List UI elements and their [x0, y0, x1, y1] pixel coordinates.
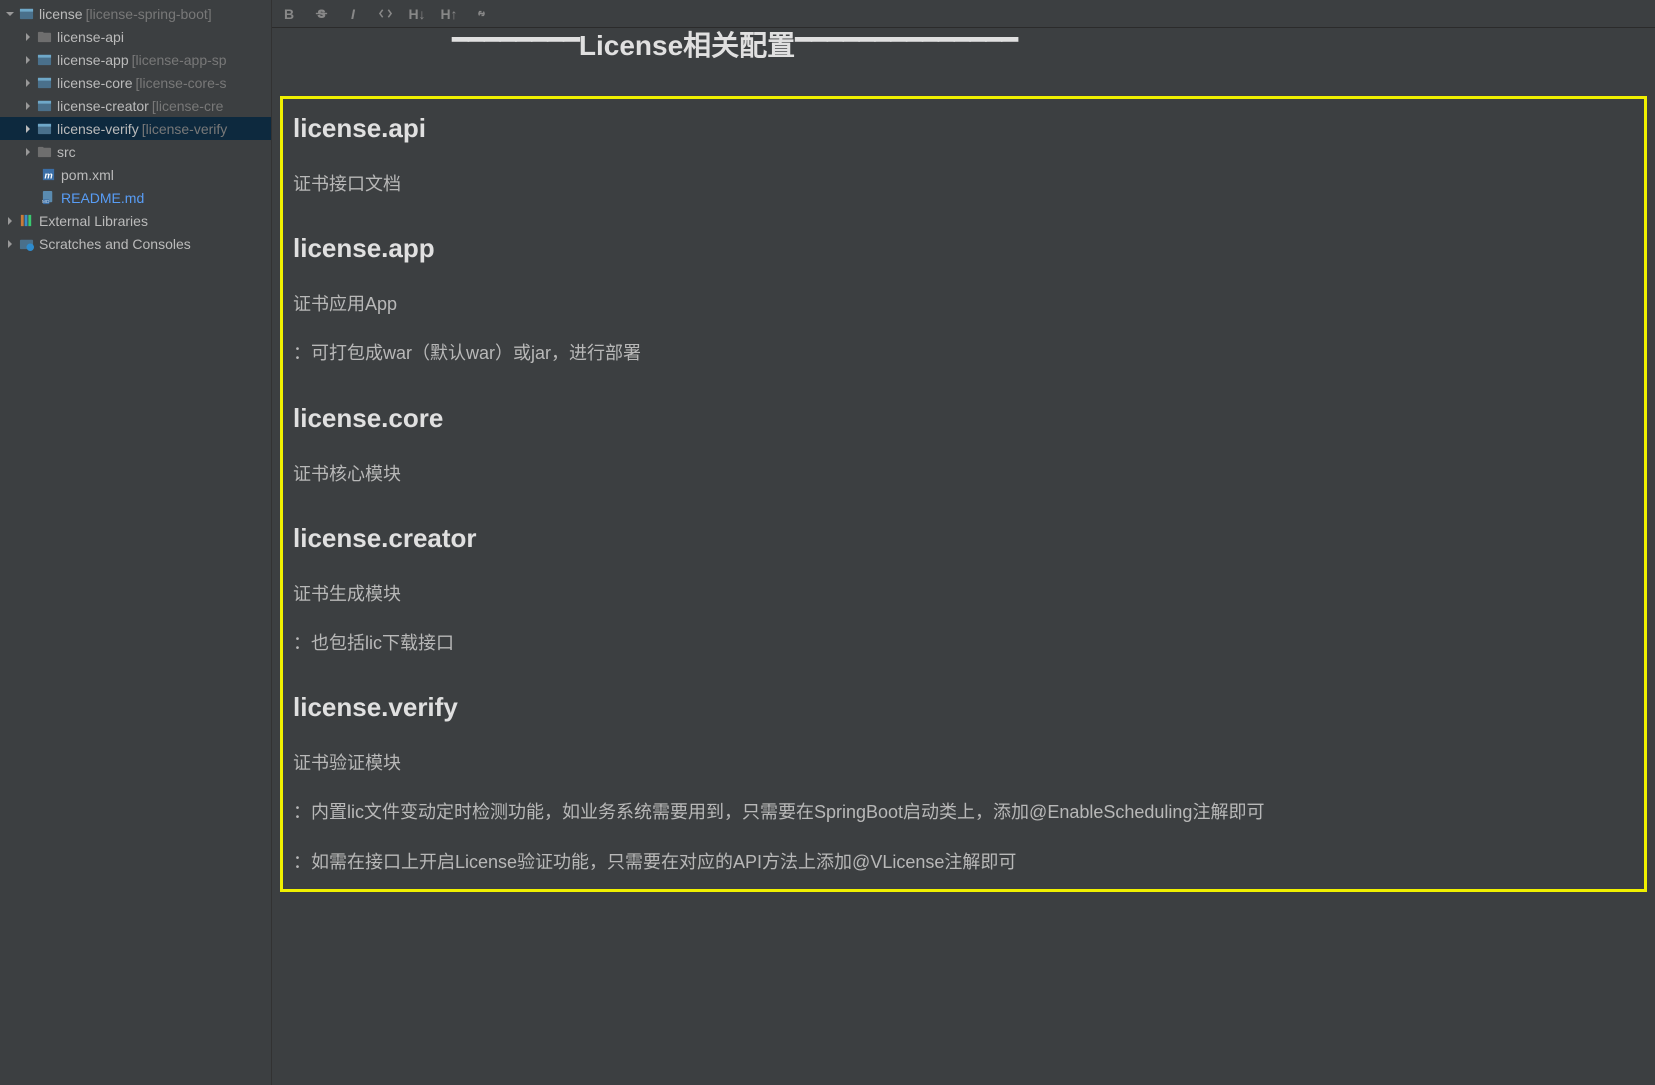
tree-external-libraries[interactable]: External Libraries: [0, 209, 271, 232]
tree-item-license-app[interactable]: license-app [license-app-sp: [0, 48, 271, 71]
chevron-right-icon: [22, 54, 34, 66]
project-tree: license [license-spring-boot] license-ap…: [0, 0, 272, 1085]
editor-area: B S I H↓ H↑ ━━━━━━━━License相关配置━━━━━━━━━…: [272, 0, 1655, 1085]
section-heading: license.core: [293, 403, 1634, 434]
content-paragraph: ：可打包成war（默认war）或jar，进行部署: [293, 341, 1634, 366]
chevron-down-icon: [4, 8, 16, 20]
tree-item-label: license-verify: [57, 121, 139, 137]
tree-root-label: license: [39, 6, 83, 22]
tree-item-label: license-core: [57, 75, 132, 91]
module-icon: [36, 98, 52, 114]
chevron-right-icon: [22, 100, 34, 112]
tree-item-license-core[interactable]: license-core [license-core-s: [0, 71, 271, 94]
svg-text:S: S: [317, 8, 325, 20]
chevron-right-icon: [4, 238, 16, 250]
chevron-right-icon: [4, 215, 16, 227]
bold-button[interactable]: B: [280, 5, 298, 23]
folder-icon: [36, 144, 52, 160]
chevron-right-icon: [22, 77, 34, 89]
folder-icon: [36, 29, 52, 45]
tree-item-secondary: [license-app-sp: [132, 52, 227, 68]
content-paragraph: ：内置lic文件变动定时检测功能，如业务系统需要用到，只需要在SpringBoo…: [293, 800, 1634, 825]
tree-item-secondary: [license-verify: [142, 121, 228, 137]
chevron-right-icon: [22, 31, 34, 43]
content-paragraph: 证书验证模块: [293, 751, 1634, 776]
content-header-partial: ━━━━━━━━License相关配置━━━━━━━━━━━━━━: [280, 28, 1647, 60]
section-heading: license.creator: [293, 523, 1634, 554]
tree-item-label: README.md: [61, 190, 144, 206]
maven-icon: m: [40, 167, 56, 183]
tree-item-label: license-creator: [57, 98, 149, 114]
content-paragraph: 证书接口文档: [293, 172, 1634, 197]
editor-toolbar: B S I H↓ H↑: [272, 0, 1655, 28]
tree-item-label: src: [57, 144, 76, 160]
code-button[interactable]: [376, 5, 394, 23]
section-heading: license.api: [293, 113, 1634, 144]
tree-item-src[interactable]: src: [0, 140, 271, 163]
content-paragraph: ：如需在接口上开启License验证功能，只需要在对应的API方法上添加@VLi…: [293, 850, 1634, 875]
module-icon: [36, 75, 52, 91]
tree-root-secondary: [license-spring-boot]: [86, 6, 212, 22]
tree-item-readme[interactable]: MD README.md: [0, 186, 271, 209]
tree-item-license-creator[interactable]: license-creator [license-cre: [0, 94, 271, 117]
module-icon: [18, 6, 34, 22]
tree-item-label: External Libraries: [39, 213, 148, 229]
scratch-icon: [18, 236, 34, 252]
chevron-right-icon: [22, 146, 34, 158]
highlighted-content-box: license.api 证书接口文档 license.app 证书应用App ：…: [280, 96, 1647, 892]
content-paragraph: ：也包括lic下载接口: [293, 631, 1634, 656]
italic-button[interactable]: I: [344, 5, 362, 23]
tree-item-secondary: [license-core-s: [135, 75, 226, 91]
content-paragraph: 证书生成模块: [293, 582, 1634, 607]
tree-item-pom[interactable]: m pom.xml: [0, 163, 271, 186]
tree-item-label: pom.xml: [61, 167, 114, 183]
heading-down-button[interactable]: H↓: [408, 5, 426, 23]
tree-item-secondary: [license-cre: [152, 98, 224, 114]
svg-text:m: m: [44, 170, 52, 180]
module-icon: [36, 52, 52, 68]
content-paragraph: 证书应用App: [293, 292, 1634, 317]
svg-text:MD: MD: [42, 199, 50, 204]
editor-content[interactable]: ━━━━━━━━License相关配置━━━━━━━━━━━━━━ licens…: [272, 28, 1655, 1085]
tree-root[interactable]: license [license-spring-boot]: [0, 2, 271, 25]
library-icon: [18, 213, 34, 229]
tree-item-label: license-app: [57, 52, 129, 68]
tree-item-license-api[interactable]: license-api: [0, 25, 271, 48]
section-heading: license.app: [293, 233, 1634, 264]
module-icon: [36, 121, 52, 137]
chevron-right-icon: [22, 123, 34, 135]
tree-item-license-verify[interactable]: license-verify [license-verify: [0, 117, 271, 140]
link-button[interactable]: [472, 5, 490, 23]
heading-up-button[interactable]: H↑: [440, 5, 458, 23]
content-paragraph: 证书核心模块: [293, 462, 1634, 487]
markdown-icon: MD: [40, 190, 56, 206]
strikethrough-button[interactable]: S: [312, 5, 330, 23]
section-heading: license.verify: [293, 692, 1634, 723]
tree-item-label: license-api: [57, 29, 124, 45]
tree-scratches[interactable]: Scratches and Consoles: [0, 232, 271, 255]
tree-item-label: Scratches and Consoles: [39, 236, 191, 252]
